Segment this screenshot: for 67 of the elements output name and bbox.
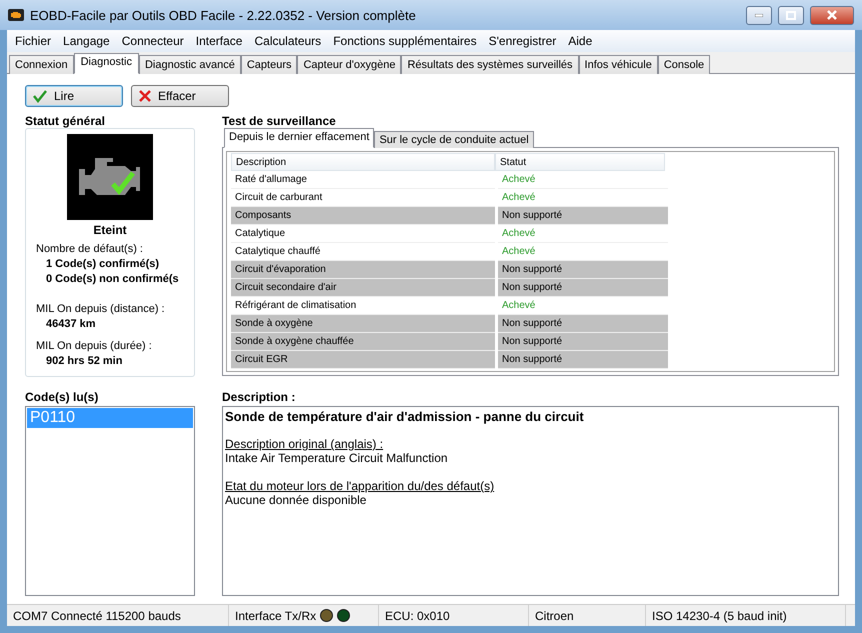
tab[interactable]: Capteur d'oxygène — [297, 55, 402, 74]
app-icon — [8, 9, 24, 21]
close-icon — [827, 10, 837, 20]
distance-value: 46437 km — [46, 318, 97, 330]
menu-item[interactable]: Calculateurs — [248, 34, 328, 48]
table-cell: Composants — [231, 207, 495, 225]
confirmed-codes: 1 Code(s) confirmé(s) — [46, 258, 160, 270]
minimize-icon — [755, 14, 763, 16]
mil-state: Eteint — [92, 223, 128, 237]
section-title: Statut général — [25, 114, 106, 128]
state-text: Aucune donnée disponible — [225, 493, 368, 507]
menu-item[interactable]: Fichier — [9, 34, 58, 48]
table-cell: Non supporté — [498, 207, 668, 225]
tab[interactable]: Résultats des systèmes surveillés — [401, 55, 579, 74]
tab[interactable]: Capteurs — [240, 55, 298, 74]
column-header[interactable]: Statut — [495, 153, 665, 171]
fault-title: Sonde de température d'air d'admission - panne du circuit — [225, 409, 585, 424]
table-cell: Non supporté — [498, 279, 668, 297]
check-icon — [32, 89, 48, 103]
maximize-icon — [786, 10, 796, 20]
section-title: Code(s) lu(s) — [25, 390, 100, 404]
table-cell: Sonde à oxygène chauffée — [231, 333, 495, 351]
table-cell: Non supporté — [498, 333, 668, 351]
menu-item[interactable]: Connecteur — [116, 34, 190, 48]
state-label: Etat du moteur lors de l'apparition du/des défaut(s) — [225, 479, 496, 493]
clear-button[interactable]: Effacer — [131, 85, 229, 107]
duration-value: 902 hrs 52 min — [46, 355, 124, 367]
menu-item[interactable]: Langage — [57, 34, 116, 48]
port-status: COM7 Connecté 115200 bauds — [13, 608, 181, 622]
duration-label: MIL On depuis (durée) : — [36, 340, 153, 352]
vehicle-make: Citroen — [535, 608, 574, 622]
window-title: EOBD-Facile par Outils OBD Facile - 2.22.0352 - Version complète — [30, 8, 417, 22]
engine-status-icon — [67, 134, 153, 220]
tab[interactable]: Depuis le dernier effacement — [224, 128, 374, 148]
distance-label: MIL On depuis (distance) : — [36, 303, 166, 315]
section-title: Test de surveillance — [222, 114, 337, 128]
read-button[interactable]: Lire — [25, 85, 123, 107]
table-cell: Non supporté — [498, 261, 668, 279]
tab[interactable]: Diagnostic — [74, 53, 139, 74]
tab[interactable]: Sur le cycle de conduite actuel — [374, 131, 534, 148]
maximize-button[interactable] — [778, 6, 804, 24]
table-cell: Circuit secondaire d'air — [231, 279, 495, 297]
table-cell: Circuit d'évaporation — [231, 261, 495, 279]
column-header[interactable]: Description — [231, 153, 495, 171]
close-icon — [138, 89, 152, 103]
protocol-status: ISO 14230-4 (5 baud init) — [652, 608, 787, 622]
faults-label: Nombre de défaut(s) : — [36, 243, 144, 255]
menu-item[interactable]: Fonctions supplémentaires — [327, 34, 483, 48]
section-title: Description : — [222, 390, 296, 404]
tab[interactable]: Infos véhicule — [578, 55, 658, 74]
tab[interactable]: Connexion — [9, 55, 74, 74]
unconfirmed-codes: 0 Code(s) non confirmé(s — [46, 273, 180, 285]
table-cell: Non supporté — [498, 315, 668, 333]
original-label: Description original (anglais) : — [225, 437, 384, 451]
minimize-button[interactable] — [746, 6, 772, 24]
ecu-status: ECU: 0x010 — [385, 608, 450, 622]
original-text: Intake Air Temperature Circuit Malfunction — [225, 451, 449, 465]
menu-item[interactable]: S'enregistrer — [482, 34, 562, 48]
menu-item[interactable]: Aide — [562, 34, 598, 48]
table-cell: Circuit EGR — [231, 351, 495, 369]
menu-item[interactable]: Interface — [190, 34, 248, 48]
close-button[interactable] — [810, 6, 854, 24]
tab[interactable]: Diagnostic avancé — [138, 55, 241, 74]
tab[interactable]: Console — [658, 55, 710, 74]
interface-label: Interface Tx/Rx — [235, 608, 316, 622]
table-cell: Non supporté — [498, 351, 668, 369]
table-cell: Sonde à oxygène — [231, 315, 495, 333]
